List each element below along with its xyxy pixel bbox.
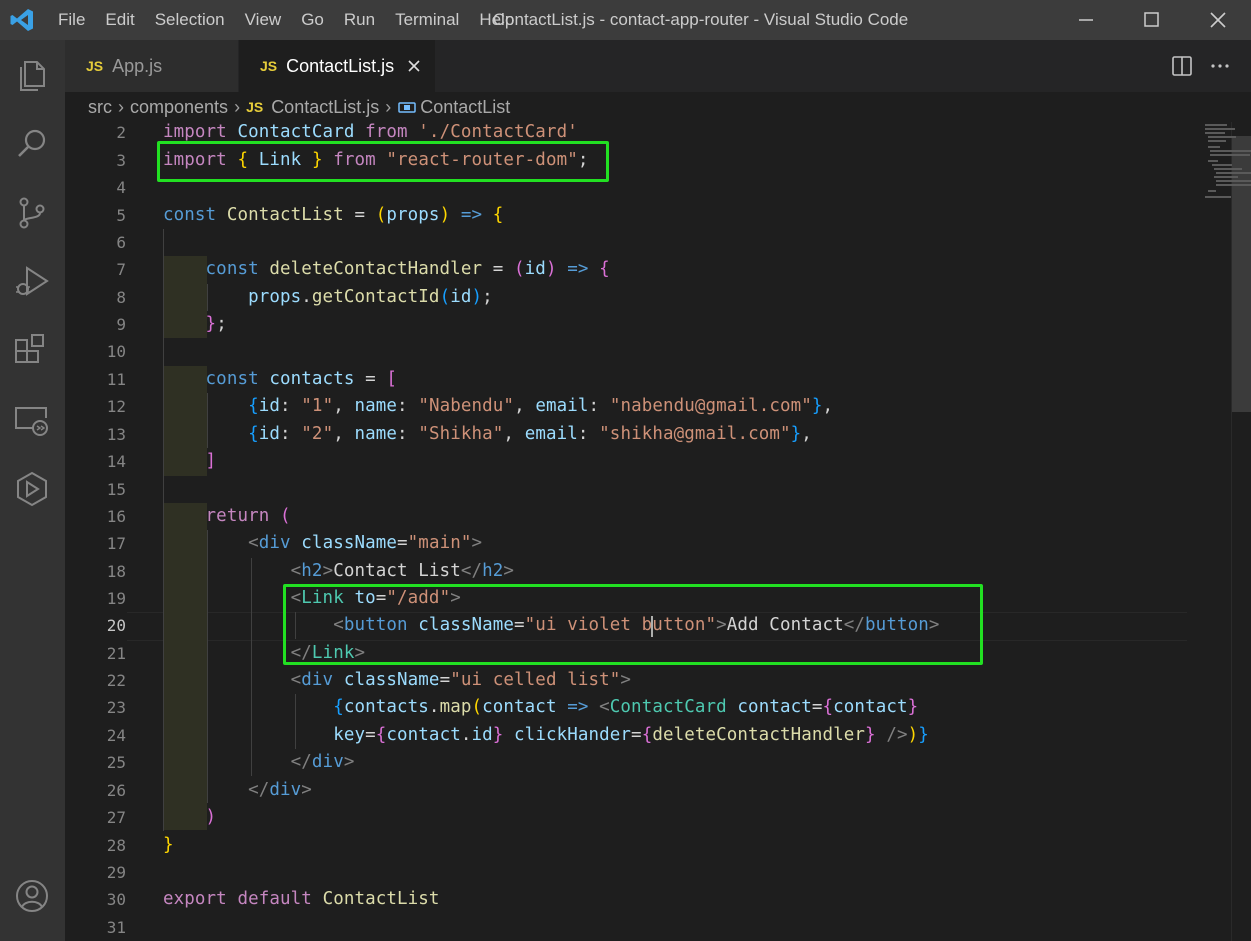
code-line-24: key={contact.id} clickHander={deleteCont…: [333, 725, 929, 745]
chevron-right-icon: ›: [385, 97, 392, 117]
line-number: 24: [106, 726, 126, 745]
accounts-icon: [16, 880, 48, 912]
breadcrumb-symbol[interactable]: ContactList: [420, 92, 510, 122]
line-number: 4: [116, 178, 126, 197]
line-number: 23: [106, 698, 126, 717]
line-number: 27: [106, 808, 126, 827]
live-share-icon: [17, 471, 47, 507]
code-line-26: </div>: [248, 780, 312, 800]
tab-close-icon[interactable]: [406, 58, 422, 74]
breadcrumb-components[interactable]: components: [130, 92, 228, 122]
js-file-icon: JS: [260, 58, 278, 74]
chevron-right-icon: ›: [118, 97, 124, 117]
line-number: 28: [106, 836, 126, 855]
extensions-icon: [15, 334, 44, 363]
source-control-icon: [19, 197, 45, 229]
maximize-icon: [1144, 12, 1159, 27]
remote-explorer-icon: [15, 407, 48, 436]
line-number: 2: [116, 123, 126, 142]
breadcrumb-file[interactable]: ContactList.js: [271, 92, 379, 122]
code-line-7: const deleteContactHandler = (id) => {: [205, 259, 610, 279]
line-number: 18: [106, 562, 126, 581]
remote-explorer-button[interactable]: [10, 398, 54, 442]
minimap[interactable]: [1200, 122, 1251, 202]
tab-app-js[interactable]: JS App.js: [65, 40, 238, 92]
code-line-14: ]: [205, 451, 217, 471]
line-number: 7: [116, 260, 126, 279]
search-button[interactable]: [10, 122, 54, 166]
run-debug-icon: [16, 266, 49, 296]
code-line-16: return (: [205, 506, 291, 526]
code-line-5: const ContactList = (props) => {: [163, 205, 504, 225]
code-editor[interactable]: 2 3 4 5 6 7 8 9 10 11 12 13 14 15 16 17 18 19 20 21 22 23 24 25…: [65, 122, 1251, 941]
source-control-button[interactable]: [10, 191, 54, 235]
line-number: 3: [116, 151, 126, 170]
explorer-icon: [20, 61, 45, 91]
symbol-variable-icon: [398, 102, 416, 113]
accounts-button[interactable]: [10, 874, 54, 918]
line-number: 29: [106, 863, 126, 882]
line-number: 19: [106, 589, 126, 608]
line-number: 15: [106, 480, 126, 499]
line-number: 20: [106, 616, 126, 635]
tab-contactlist-js[interactable]: JS ContactList.js: [239, 40, 435, 92]
code-line-22: <div className="ui celled list">: [290, 670, 632, 690]
maximize-button[interactable]: [1119, 0, 1185, 40]
run-debug-button[interactable]: [10, 260, 54, 304]
line-number: 6: [116, 233, 126, 252]
line-number: 9: [116, 315, 126, 334]
live-share-button[interactable]: [10, 467, 54, 511]
line-number-gutter: 2 3 4 5 6 7 8 9 10 11 12 13 14 15 16 17 18 19 20 21 22 23 24 25…: [65, 122, 127, 941]
explorer-button[interactable]: [10, 53, 54, 97]
line-number: 13: [106, 425, 126, 444]
line-number: 16: [106, 507, 126, 526]
line-number: 11: [106, 370, 126, 389]
close-window-button[interactable]: [1185, 0, 1251, 40]
code-line-23: {contacts.map(contact => <ContactCard co…: [333, 697, 919, 717]
chevron-right-icon: ›: [234, 97, 241, 117]
split-editor-icon[interactable]: [1171, 55, 1193, 77]
close-icon: [1210, 12, 1226, 28]
line-number: 30: [106, 890, 126, 909]
code-line-17: <div className="main">: [248, 533, 483, 553]
activity-bar: [0, 40, 65, 941]
code-line-12: {id: "1", name: "Nabendu", email: "naben…: [248, 396, 834, 416]
line-number: 12: [106, 397, 126, 416]
line-number: 14: [106, 452, 126, 471]
line-number: 8: [116, 288, 126, 307]
code-line-8: props.getContactId(id);: [248, 287, 493, 307]
code-line-11: const contacts = [: [205, 369, 398, 389]
js-file-icon: JS: [246, 99, 264, 115]
editor-tabs: JS App.js JS ContactList.js: [65, 40, 1251, 92]
code-content[interactable]: import ContactCard from './ContactCard' …: [163, 122, 1163, 941]
line-number: 31: [106, 918, 126, 937]
breadcrumb-src[interactable]: src: [88, 92, 112, 122]
highlight-box-import: [157, 141, 609, 182]
breadcrumb: src › components › JS ContactList.js › C…: [65, 92, 1251, 122]
code-line-28: }: [163, 835, 174, 855]
highlight-box-link: [283, 584, 983, 665]
code-line-13: {id: "2", name: "Shikha", email: "shikha…: [248, 424, 812, 444]
minimize-icon: [1079, 19, 1093, 21]
tab-label: ContactList.js: [286, 55, 395, 76]
line-number: 17: [106, 534, 126, 553]
extensions-button[interactable]: [10, 329, 54, 373]
search-icon: [18, 129, 46, 157]
more-actions-icon[interactable]: [1208, 54, 1232, 78]
code-line-18: <h2>Contact List</h2>: [290, 561, 515, 581]
line-number: 25: [106, 753, 126, 772]
code-line-27: ): [205, 807, 217, 827]
line-number: 21: [106, 644, 126, 663]
code-line-25: </div>: [290, 752, 355, 772]
line-number: 22: [106, 671, 126, 690]
js-file-icon: JS: [86, 58, 104, 74]
tab-label: App.js: [112, 55, 163, 76]
code-line-30: export default ContactList: [163, 889, 440, 909]
line-number: 5: [116, 206, 126, 225]
title-bar: File Edit Selection View Go Run Terminal…: [0, 0, 1251, 40]
line-number: 10: [106, 342, 126, 361]
minimize-button[interactable]: [1053, 0, 1119, 40]
line-number: 26: [106, 781, 126, 800]
code-line-9: };: [205, 314, 227, 334]
